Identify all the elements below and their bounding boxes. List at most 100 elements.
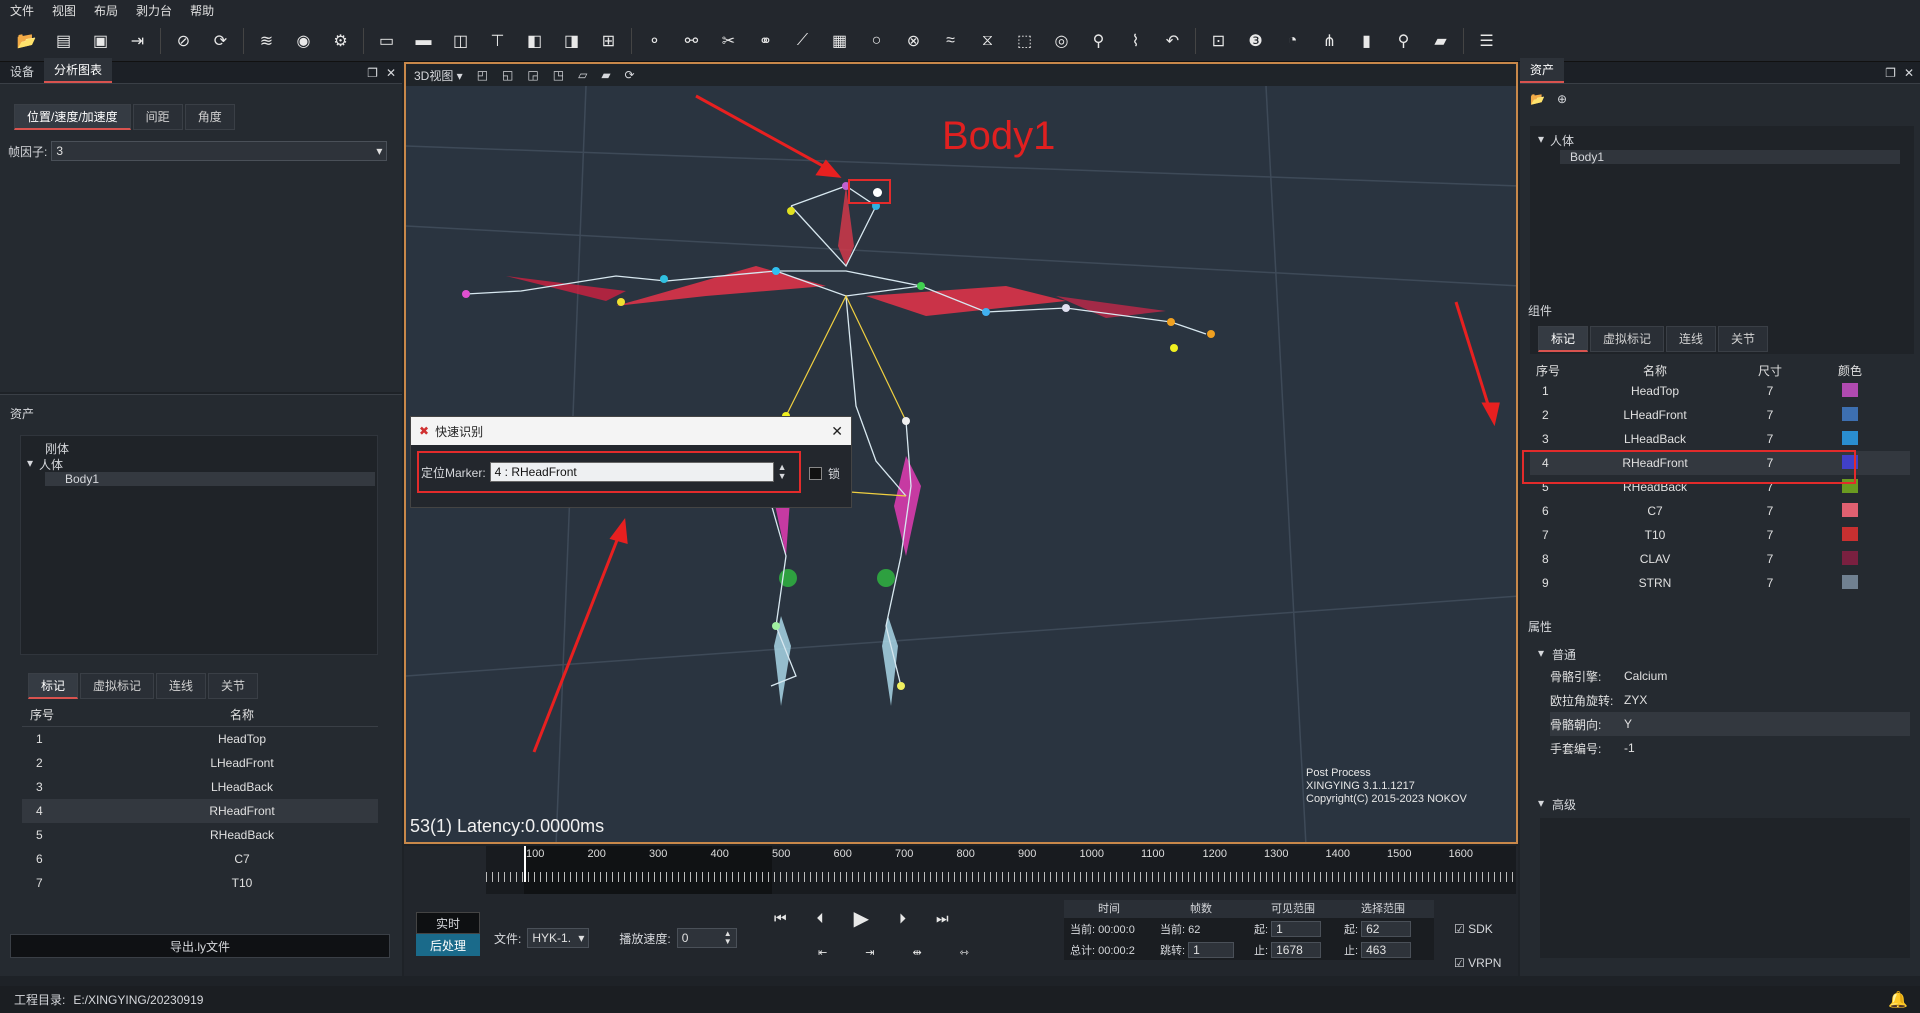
range-icon[interactable]: ⇿ (960, 946, 969, 959)
jump-input[interactable]: 1 (1188, 941, 1235, 958)
row-color[interactable] (1820, 526, 1880, 544)
hide-icon[interactable]: ⊘ (165, 25, 202, 57)
playhead[interactable] (524, 846, 526, 882)
close-icon[interactable]: ✕ (386, 66, 396, 80)
3d-viewport[interactable]: 3D视图 ▾ ◰ ◱ ◲ ◳ ▱ ▰ ⟳ Body1 53(1) Latency… (404, 62, 1518, 844)
bar-chart-icon[interactable]: ▮ (1348, 25, 1385, 57)
expand-icon[interactable]: ▾ (1538, 796, 1544, 813)
tree-human-row[interactable]: ▾ 人体 (27, 456, 63, 473)
table-row[interactable]: 9 STRN 7 (1530, 571, 1910, 595)
layers-icon[interactable]: ≋ (248, 25, 285, 57)
table-row[interactable]: 3 LHeadBack (22, 775, 378, 799)
sdk-checkbox[interactable]: ☑ (1454, 922, 1465, 936)
table-row[interactable]: 2 LHeadFront 7 (1530, 403, 1910, 427)
menu-view[interactable]: 视图 (52, 2, 76, 19)
line-icon[interactable]: ⟋ (784, 25, 821, 57)
color-swatch[interactable] (1842, 406, 1858, 421)
menu-file[interactable]: 文件 (10, 2, 34, 19)
table-row[interactable]: 6 C7 7 (1530, 499, 1910, 523)
open-icon[interactable]: 📂 (8, 25, 45, 57)
lock-checkbox[interactable] (809, 467, 822, 480)
filter-icon[interactable]: ⧖ (969, 25, 1006, 57)
layout-split-v-icon[interactable]: ◫ (442, 25, 479, 57)
row-color[interactable] (1820, 502, 1880, 520)
grid-icon[interactable]: ▦ (821, 25, 858, 57)
menu-help[interactable]: 帮助 (190, 2, 214, 19)
row-color[interactable] (1820, 550, 1880, 568)
vis-start-input[interactable]: 1 (1271, 920, 1322, 937)
3d-icon[interactable]: ❸ (1237, 25, 1274, 57)
next-frame-icon[interactable]: ⏵ (899, 910, 906, 927)
location-icon[interactable]: ⚲ (1385, 25, 1422, 57)
cut-icon[interactable]: ✂ (710, 25, 747, 57)
property-value[interactable]: Calcium (1620, 669, 1667, 683)
new-file-icon[interactable]: ▤ (45, 25, 82, 57)
layout-split-h-icon[interactable]: ▬ (405, 25, 442, 57)
layout-left-icon[interactable]: ◨ (553, 25, 590, 57)
first-frame-icon[interactable]: ⏮ (774, 910, 787, 927)
menu-layout[interactable]: 布局 (94, 2, 118, 19)
property-value[interactable]: -1 (1620, 741, 1635, 755)
float-icon[interactable]: ❐ (367, 66, 378, 80)
color-swatch[interactable] (1842, 526, 1858, 541)
row-color[interactable] (1820, 382, 1880, 400)
play-icon[interactable]: ▶ (854, 906, 869, 931)
spin-icon[interactable]: ▲ ▼ (778, 463, 787, 481)
speed-input[interactable]: 0 ▲ ▼ (676, 928, 737, 948)
subtab-distance[interactable]: 间距 (132, 104, 183, 130)
subtab-position[interactable]: 位置/速度/加速度 (14, 104, 131, 130)
vis-end-input[interactable]: 1678 (1271, 941, 1322, 958)
file-select[interactable]: HYK-1. ▾ (527, 928, 590, 948)
subtab-angle[interactable]: 角度 (184, 104, 235, 130)
table-row[interactable]: 1 HeadTop (22, 727, 378, 751)
camera-icon[interactable]: ⊡ (1200, 25, 1237, 57)
row-color[interactable] (1820, 574, 1880, 592)
vrpn-checkbox[interactable]: ☑ (1454, 956, 1465, 970)
color-swatch[interactable] (1842, 550, 1858, 565)
right-assets-tab[interactable]: 资产 (1520, 58, 1565, 83)
color-swatch[interactable] (1842, 382, 1858, 397)
last-frame-icon[interactable]: ⏭ (936, 910, 949, 927)
frame-factor-select[interactable]: 3 ▾ (51, 141, 388, 161)
settings-icon[interactable]: ⚙ (322, 25, 359, 57)
tab-links[interactable]: 连线 (1666, 326, 1717, 352)
tab-joints[interactable]: 关节 (1718, 326, 1769, 352)
property-value[interactable]: Y (1620, 717, 1632, 731)
tab-markers[interactable]: 标记 (1538, 326, 1589, 352)
cross-icon[interactable]: ⊗ (895, 25, 932, 57)
table-row[interactable]: 4 RHeadFront (22, 799, 378, 823)
wave-icon[interactable]: ≈ (932, 25, 969, 57)
list-icon[interactable]: ☰ (1468, 25, 1505, 57)
select-box-icon[interactable]: ⬚ (1006, 25, 1043, 57)
menu-forceplate[interactable]: 剥力台 (136, 2, 172, 19)
speed-icon[interactable]: ◔ (1274, 25, 1311, 57)
table-row[interactable]: 2 LHeadFront (22, 751, 378, 775)
table-row[interactable]: 7 T10 (22, 871, 378, 895)
undo-icon[interactable]: ↶ (1154, 25, 1191, 57)
close-icon[interactable]: ✕ (1904, 66, 1914, 80)
general-section[interactable]: ▾ 普通 (1538, 646, 1576, 663)
loop-icon[interactable]: ⇹ (912, 946, 921, 959)
connect-icon[interactable]: ⚯ (673, 25, 710, 57)
expand-icon[interactable]: ▾ (27, 456, 33, 473)
color-swatch[interactable] (1842, 574, 1858, 589)
mode-realtime[interactable]: 实时 (416, 912, 480, 934)
right-tree-human-row[interactable]: ▾ 人体 (1538, 132, 1574, 149)
save-as-icon[interactable]: ⇥ (119, 25, 156, 57)
mode-postprocess[interactable]: 后处理 (416, 934, 480, 956)
circle-icon[interactable]: ○ (858, 25, 895, 57)
tab-virtual-markers[interactable]: 虚拟标记 (80, 673, 155, 699)
layout-single-icon[interactable]: ▭ (368, 25, 405, 57)
table-row[interactable]: 3 LHeadBack 7 (1530, 427, 1910, 451)
property-value[interactable]: ZYX (1620, 693, 1647, 707)
join-icon[interactable]: ⚭ (747, 25, 784, 57)
ruler[interactable]: 100 200 300 400 500 600 700 800 900 1000 1100 1200 1… (486, 846, 1516, 894)
layout-three-icon[interactable]: ◧ (516, 25, 553, 57)
layout-top-icon[interactable]: ⊤ (479, 25, 516, 57)
tab-device[interactable]: 设备 (0, 60, 44, 83)
marker-input[interactable]: 4 : RHeadFront (489, 462, 774, 482)
row-color[interactable] (1820, 430, 1880, 448)
wifi-icon[interactable]: ◉ (285, 25, 322, 57)
sync-icon[interactable]: ⟳ (202, 25, 239, 57)
layout-quad-icon[interactable]: ⊞ (590, 25, 627, 57)
